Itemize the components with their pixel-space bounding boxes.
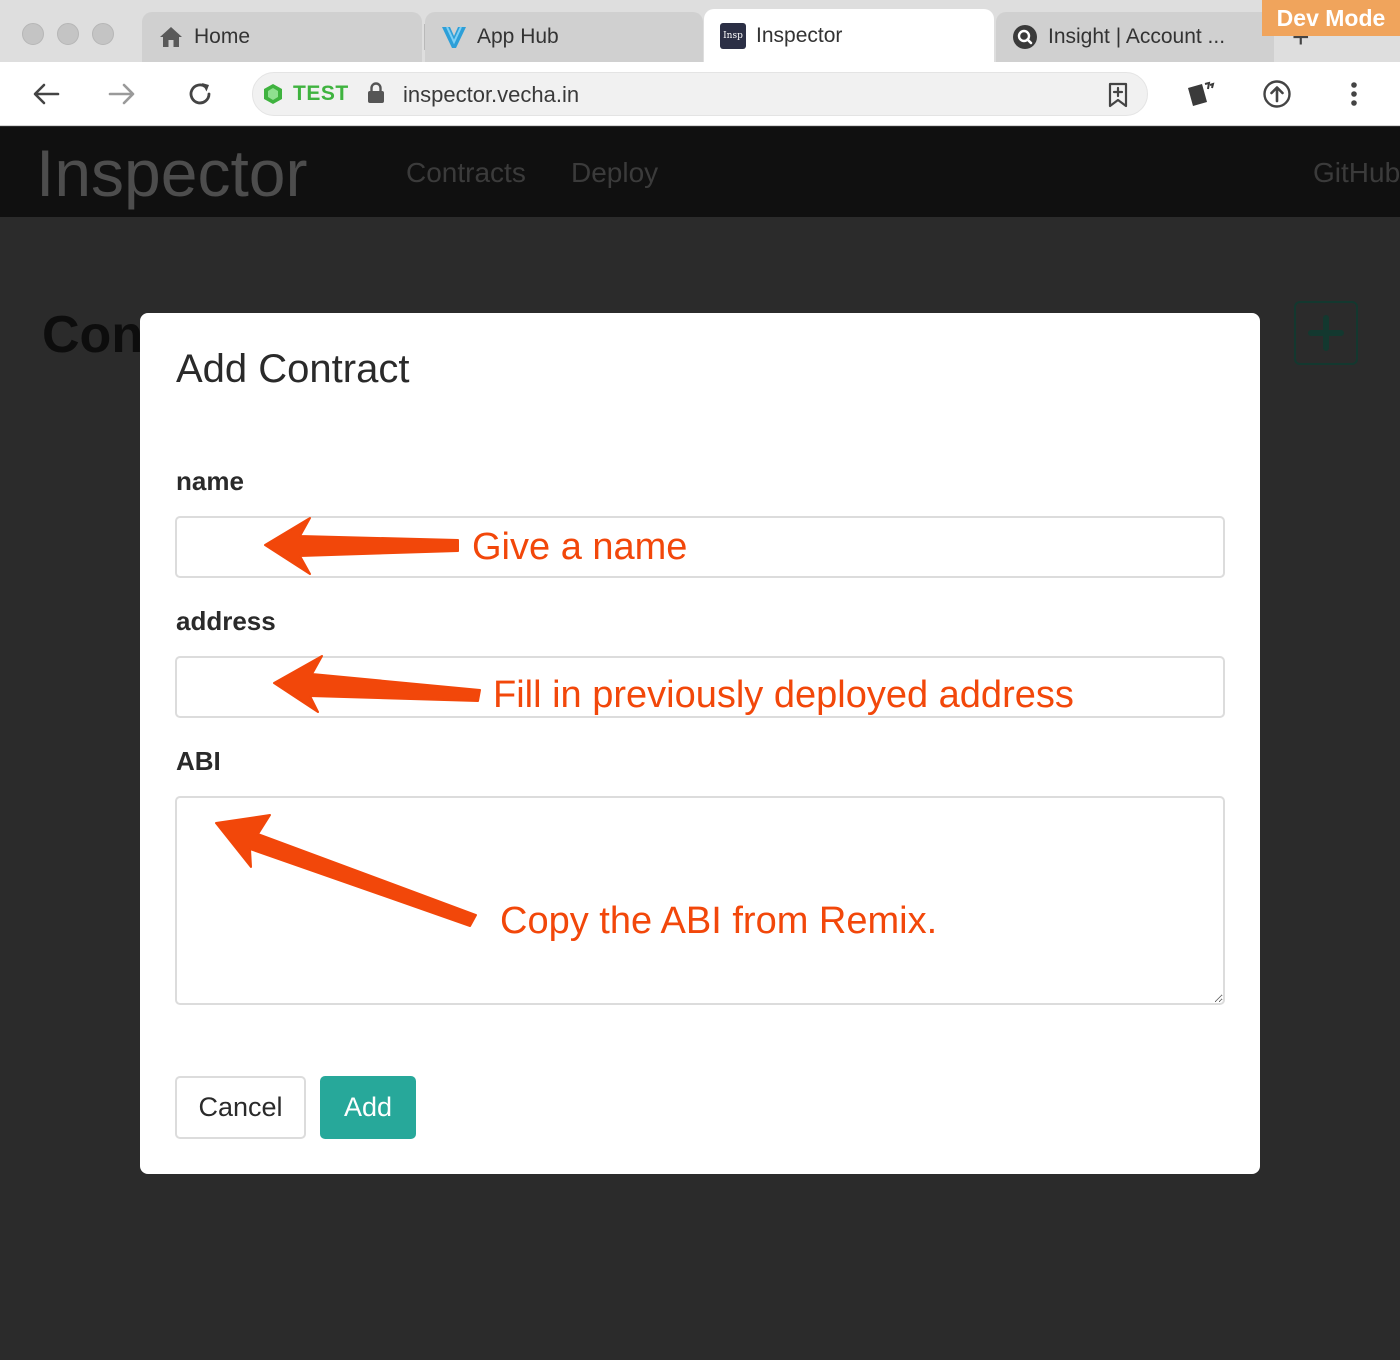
forward-button[interactable] <box>104 76 140 112</box>
window-close-button[interactable] <box>22 23 44 45</box>
add-contract-modal: Add Contract name address ABI Cancel Add <box>140 313 1260 1174</box>
lock-icon <box>367 82 385 109</box>
sync-upload-button[interactable] <box>1259 76 1295 112</box>
reload-button[interactable] <box>182 76 218 112</box>
arrow-right-icon <box>108 83 135 105</box>
wallet-extension-button[interactable] <box>1182 76 1218 112</box>
tab-label: Insight | Account ... <box>1048 25 1226 48</box>
tab-home[interactable]: Home <box>142 12 422 62</box>
url-text: inspector.vecha.in <box>403 82 580 107</box>
arrow-left-icon <box>33 83 60 105</box>
tab-app-hub[interactable]: App Hub <box>425 12 703 62</box>
browser-toolbar: TEST inspector.vecha.in <box>0 62 1400 126</box>
network-shield-icon <box>263 83 283 110</box>
page-title: Con <box>42 306 144 364</box>
tab-insight[interactable]: Insight | Account ... <box>996 12 1274 62</box>
address-bar[interactable]: TEST inspector.vecha.in <box>252 72 1148 116</box>
address-label: address <box>176 606 276 636</box>
nav-deploy-link[interactable]: Deploy <box>571 157 658 189</box>
annotation-address-hint: Fill in previously deployed address <box>493 674 1074 716</box>
name-label: name <box>176 466 244 496</box>
annotation-name-hint: Give a name <box>472 526 688 568</box>
cancel-button[interactable]: Cancel <box>175 1076 306 1139</box>
vechain-icon <box>441 24 467 50</box>
plus-icon <box>1308 315 1344 351</box>
nav-contracts-link[interactable]: Contracts <box>406 157 526 189</box>
home-icon <box>158 24 184 50</box>
add-button[interactable]: Add <box>320 1076 416 1139</box>
nav-github-link[interactable]: GitHub <box>1313 157 1400 189</box>
window-minimize-button[interactable] <box>57 23 79 45</box>
inspector-favicon: Insp <box>720 22 746 49</box>
insight-favicon <box>1012 24 1038 50</box>
favicon-text: Insp <box>723 30 743 41</box>
dev-mode-badge: Dev Mode <box>1262 0 1400 36</box>
window-zoom-button[interactable] <box>92 23 114 45</box>
tab-label: Home <box>194 25 251 48</box>
upload-circle-icon <box>1263 80 1291 108</box>
add-contract-button[interactable] <box>1294 301 1358 365</box>
name-input[interactable] <box>175 516 1225 578</box>
reload-icon <box>189 83 211 105</box>
modal-title: Add Contract <box>176 347 410 391</box>
tab-label: Inspector <box>756 23 843 47</box>
tab-inspector[interactable]: Insp Inspector <box>704 9 994 62</box>
wallet-cards-icon <box>1188 81 1215 106</box>
app-brand[interactable]: Inspector <box>36 137 307 209</box>
kebab-menu-icon <box>1351 82 1357 106</box>
bookmark-add-icon[interactable] <box>1107 82 1129 113</box>
tab-label: App Hub <box>477 25 559 48</box>
app-navbar: Inspector Contracts Deploy GitHub <box>0 127 1400 217</box>
browser-menu-button[interactable] <box>1336 76 1372 112</box>
annotation-abi-hint: Copy the ABI from Remix. <box>500 900 938 942</box>
browser-tab-strip: Home App Hub Insp Inspector Insight | Ac… <box>0 0 1400 62</box>
network-badge: TEST <box>293 82 349 105</box>
back-button[interactable] <box>28 76 64 112</box>
abi-label: ABI <box>176 746 221 776</box>
